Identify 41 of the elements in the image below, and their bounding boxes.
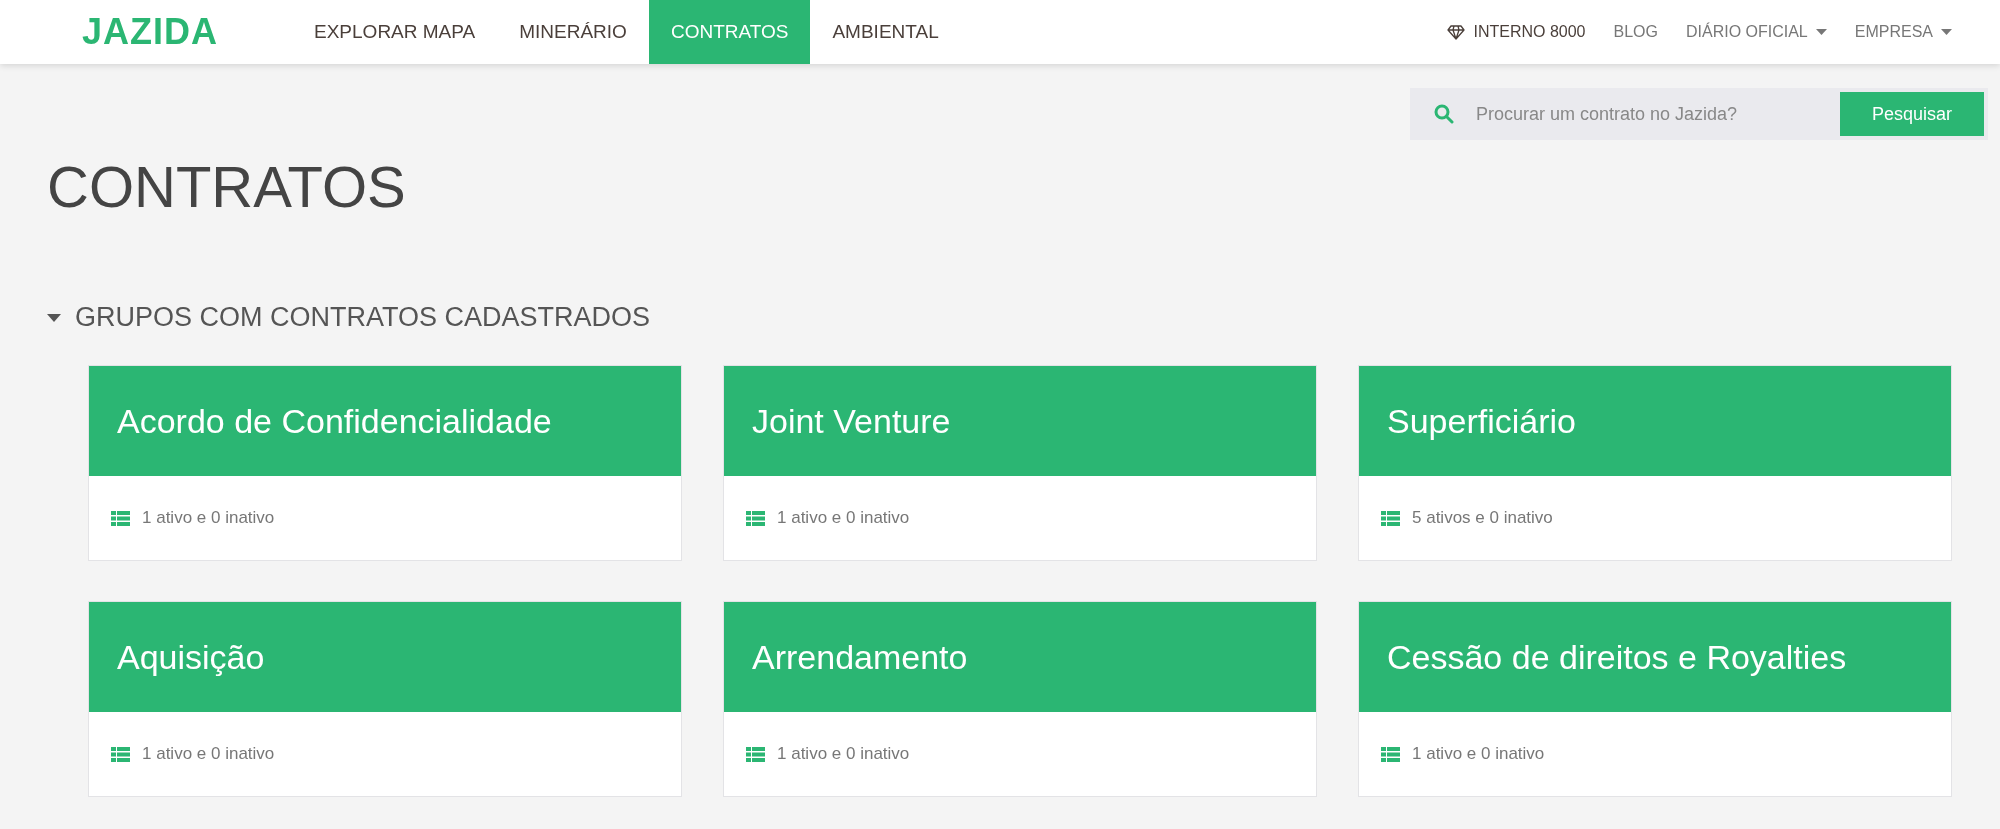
contract-count: 1 ativo e 0 inativo [777,508,910,528]
card-title: Superficiário [1359,366,1951,476]
contract-group-card[interactable]: Superficiário 5 ativos e 0 inativo [1358,365,1952,561]
card-title: Arrendamento [724,602,1316,712]
contract-group-card[interactable]: Cessão de direitos e Royalties 1 ativo e 0 inativo [1358,601,1952,797]
contract-group-card[interactable]: Joint Venture 1 ativo e 0 inativo [723,365,1317,561]
logo[interactable]: JAZIDA [82,11,218,53]
search-icon [1434,104,1454,124]
card-title: Cessão de direitos e Royalties [1359,602,1951,712]
contract-group-card[interactable]: Aquisição 1 ativo e 0 inativo [88,601,682,797]
nav-link[interactable]: DIÁRIO OFICIAL [1685,23,1827,41]
list-icon [746,746,765,762]
nav-link[interactable]: BLOG [1613,23,1658,41]
list-icon [1381,510,1400,526]
list-icon [111,746,130,762]
list-icon [1381,746,1400,762]
contract-count: 5 ativos e 0 inativo [1412,508,1553,528]
search-button[interactable]: Pesquisar [1840,92,1984,136]
card-title: Aquisição [89,602,681,712]
nav-link[interactable]: EMPRESA [1854,23,1952,41]
nav-tab[interactable]: CONTRATOS [648,0,811,64]
contract-count: 1 ativo e 0 inativo [777,744,910,764]
caret-down-icon [1941,29,1952,35]
caret-down-icon [1815,29,1827,35]
nav-tab[interactable]: EXPLORAR MAPA [292,0,498,64]
contract-count: 1 ativo e 0 inativo [1412,744,1545,764]
nav-tab[interactable]: MINERÁRIO [497,0,649,64]
list-icon [746,510,765,526]
diamond-icon [1447,24,1466,40]
card-title: Acordo de Confidencialidade [89,366,681,476]
search-field[interactable]: Procurar um contrato no Jazida? Pesquisar [1410,88,1988,140]
section-toggle[interactable]: GRUPOS COM CONTRATOS CADASTRADOS [47,302,651,333]
card-title: Joint Venture [724,366,1316,476]
contract-group-card[interactable]: Acordo de Confidencialidade 1 ativo e 0 inativo [88,365,682,561]
contract-group-card[interactable]: Arrendamento 1 ativo e 0 inativo [723,601,1317,797]
list-icon [111,510,130,526]
nav-link[interactable]: INTERNO 8000 [1447,23,1586,41]
contract-count: 1 ativo e 0 inativo [142,508,275,528]
page-title: CONTRATOS [47,158,407,216]
nav-tab[interactable]: AMBIENTAL [810,0,961,64]
contract-count: 1 ativo e 0 inativo [142,744,275,764]
